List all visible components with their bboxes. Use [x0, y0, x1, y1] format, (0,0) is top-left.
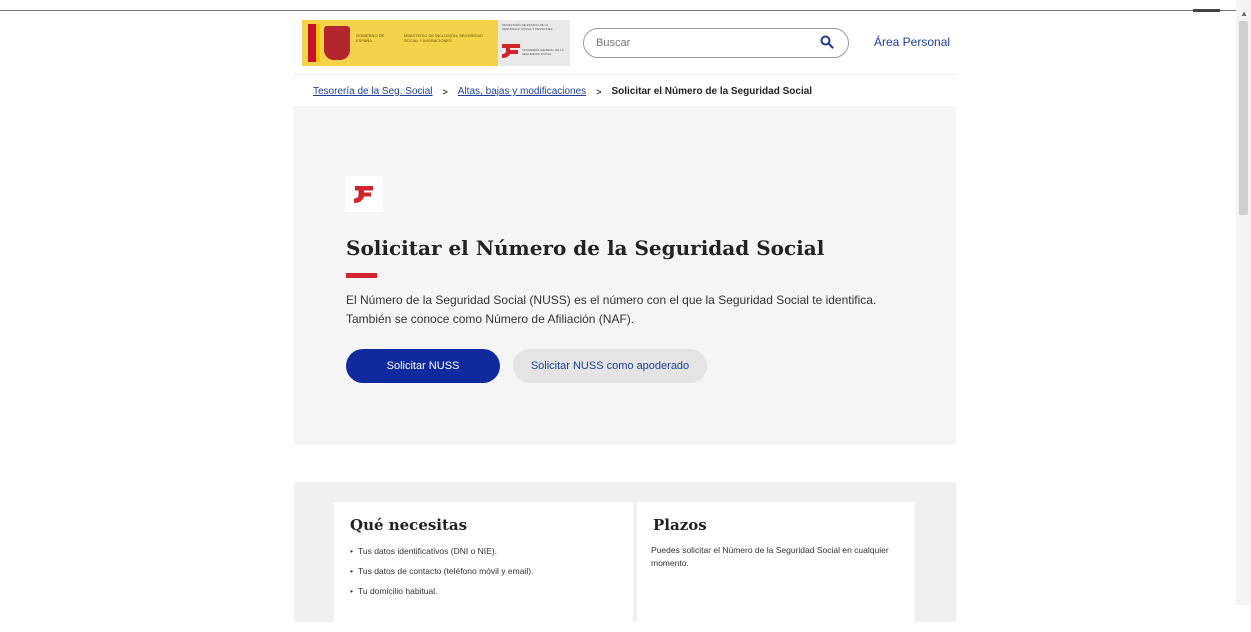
deadlines-text: Puedes solicitar el Número de la Segurid… — [651, 545, 889, 568]
gobierno-logo-text: GOBIERNO DE ESPAÑA — [356, 33, 385, 43]
tgss-mark-icon — [502, 44, 520, 58]
spanish-flag-stripe — [316, 24, 320, 62]
ministerio-logo-text: MINISTERIO DE INCLUSIÓN, SEGURIDAD SOCIA… — [404, 33, 483, 43]
title-accent-bar — [346, 273, 377, 278]
breadcrumb-link-altas[interactable]: Altas, bajas y modificaciones — [458, 86, 586, 97]
breadcrumb: Tesorería de la Seg. Social > Altas, baj… — [313, 86, 812, 97]
coat-of-arms-icon — [324, 26, 350, 60]
list-item: Tus datos de contacto (teléfono móvil y … — [350, 566, 533, 577]
page-description: El Número de la Seguridad Social (NUSS) … — [346, 293, 877, 326]
solicitar-nuss-apoderado-button[interactable]: Solicitar NUSS como apoderado — [513, 349, 707, 383]
breadcrumb-current: Solicitar el Número de la Seguridad Soci… — [611, 86, 813, 97]
tgss-emblem-icon — [345, 176, 383, 212]
top-divider-tab — [1193, 9, 1220, 12]
breadcrumb-separator-icon: > — [596, 86, 602, 97]
spanish-flag-icon — [308, 24, 316, 62]
scrollbar-thumb[interactable] — [1239, 21, 1248, 215]
list-item: Tus datos identificativos (DNI o NIE). — [350, 546, 533, 557]
search-icon[interactable] — [820, 35, 834, 49]
info-section: Qué necesitas Tus datos identificativos … — [294, 482, 956, 632]
tgss-logo[interactable]: SECRETARÍA DE ESTADO DE LA SEGURIDAD SOC… — [498, 20, 570, 66]
deadlines-title: Plazos — [653, 516, 707, 534]
breadcrumb-link-tesoreria[interactable]: Tesorería de la Seg. Social — [313, 86, 433, 97]
requirements-card: Qué necesitas Tus datos identificativos … — [334, 502, 633, 632]
search-input[interactable] — [596, 35, 806, 51]
hero-section: Solicitar el Número de la Seguridad Soci… — [294, 106, 956, 445]
search-box[interactable] — [583, 28, 849, 58]
government-logo[interactable]: GOBIERNO DE ESPAÑA MINISTERIO DE INCLUSI… — [302, 20, 570, 66]
page-title: Solicitar el Número de la Seguridad Soci… — [346, 236, 825, 260]
area-personal-link[interactable]: Área Personal — [874, 35, 950, 49]
requirements-list: Tus datos identificativos (DNI o NIE). T… — [350, 546, 533, 606]
solicitar-nuss-button[interactable]: Solicitar NUSS — [346, 349, 500, 383]
requirements-title: Qué necesitas — [350, 516, 468, 534]
breadcrumb-separator-icon: > — [442, 86, 448, 97]
site-header: GOBIERNO DE ESPAÑA MINISTERIO DE INCLUSI… — [294, 14, 956, 75]
vertical-scrollbar[interactable]: ▲ — [1236, 0, 1251, 605]
list-item: Tu domicilio habitual. — [350, 586, 533, 597]
secretaria-logo-text: SECRETARÍA DE ESTADO DE LA SEGURIDAD SOC… — [502, 23, 553, 31]
top-divider — [0, 10, 1236, 11]
scroll-up-icon[interactable]: ▲ — [1240, 10, 1248, 18]
tgss-logo-text: TESORERÍA GENERAL DE LA SEGURIDAD SOCIAL — [522, 48, 564, 56]
deadlines-card: Plazos Puedes solicitar el Número de la … — [637, 502, 915, 632]
